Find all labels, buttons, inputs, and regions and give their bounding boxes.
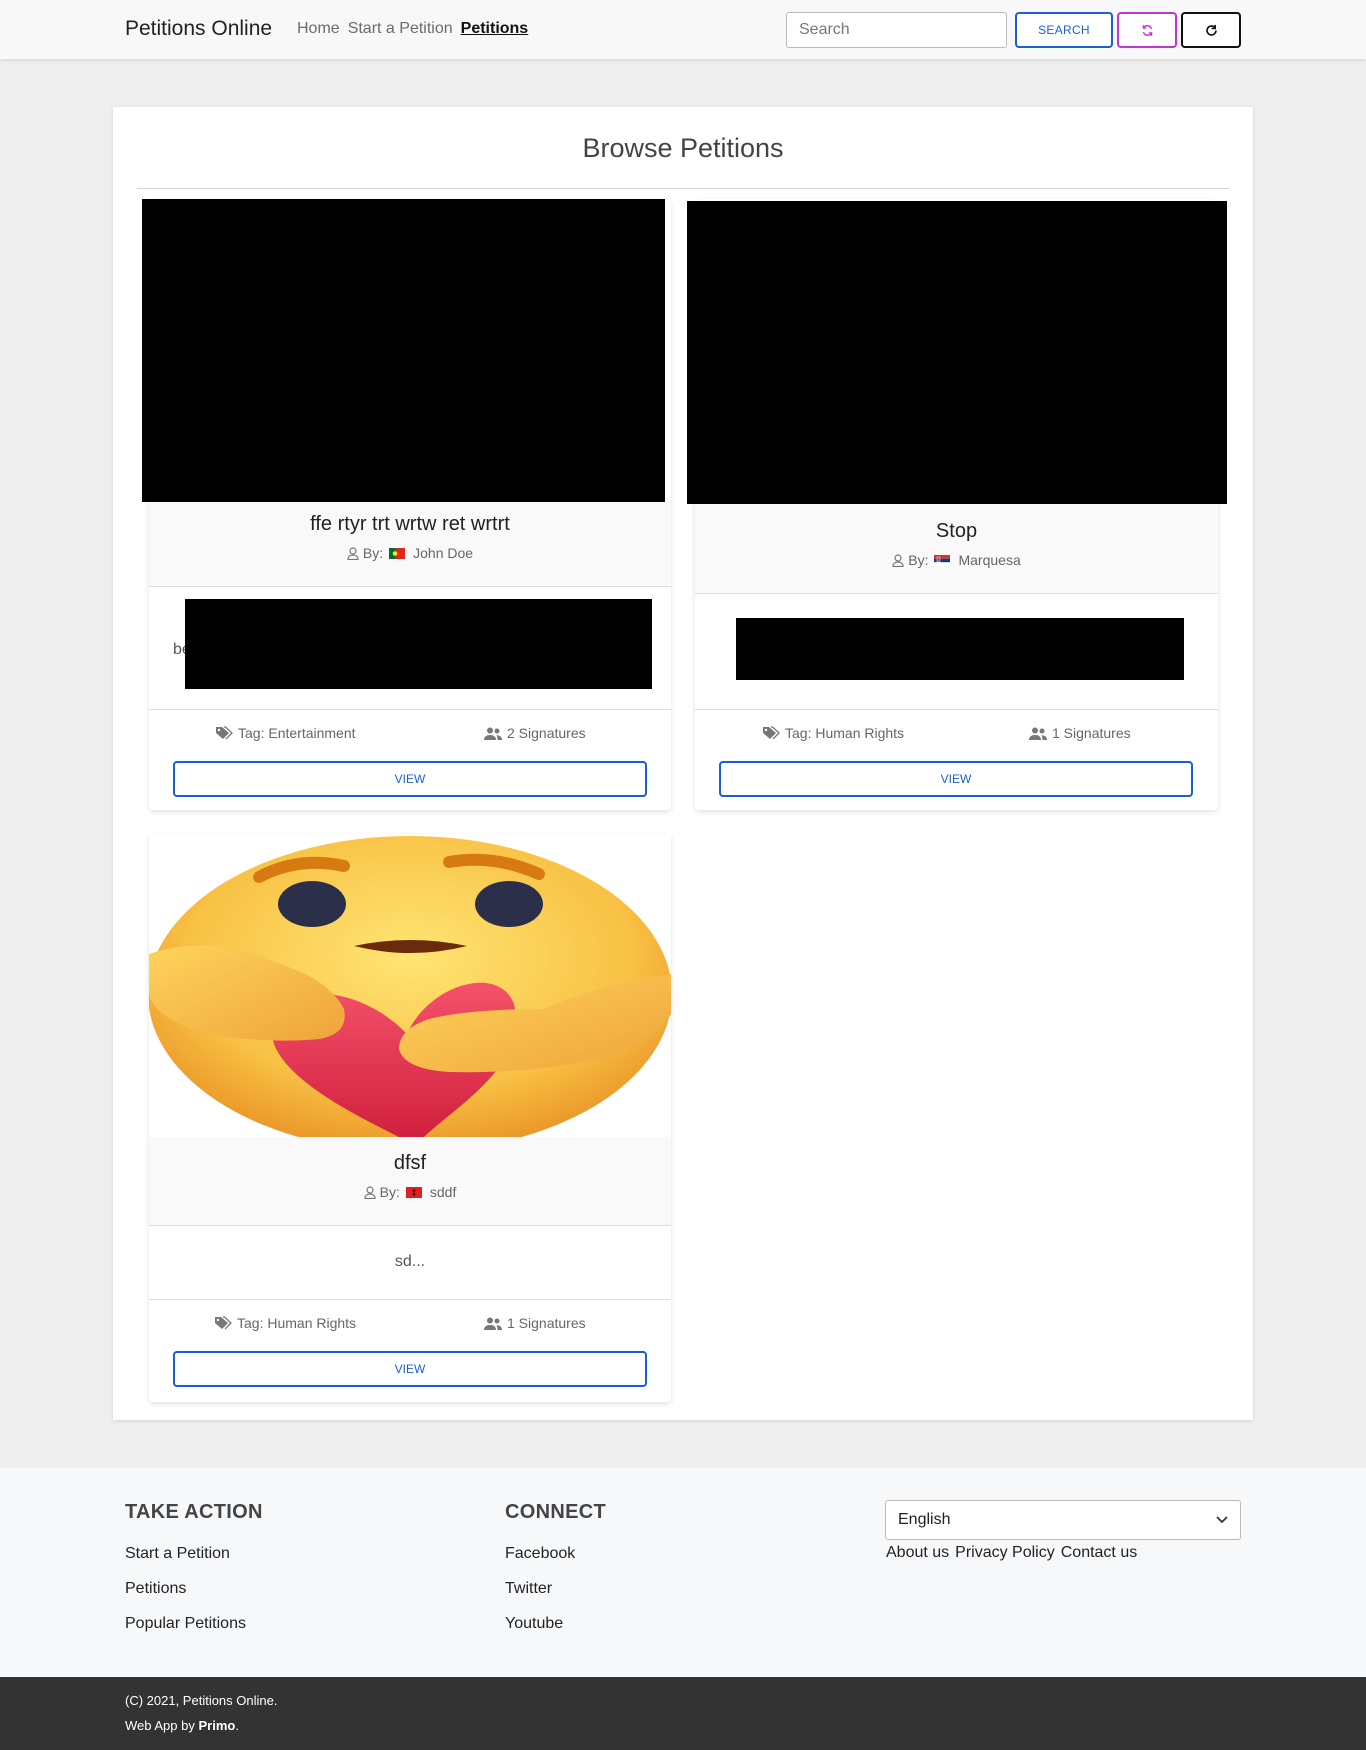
- author-name[interactable]: John Doe: [413, 545, 473, 561]
- signatures-label: 1 Signatures: [1052, 725, 1131, 741]
- privacy-policy-link[interactable]: Privacy Policy: [955, 1544, 1055, 1562]
- card-header: dfsf By: sddf: [149, 1137, 671, 1226]
- sync-button[interactable]: [1117, 12, 1177, 48]
- petition-author: By: John Doe: [149, 545, 671, 561]
- petition-title[interactable]: dfsf: [149, 1152, 671, 1175]
- redacted-excerpt: [185, 599, 652, 689]
- footer-link-facebook[interactable]: Facebook: [505, 1543, 606, 1565]
- signatures-label: 1 Signatures: [507, 1315, 586, 1331]
- view-button[interactable]: VIEW: [173, 761, 647, 797]
- language-select[interactable]: English: [885, 1500, 1241, 1540]
- tags-icon: [216, 726, 233, 740]
- petition-image[interactable]: [149, 834, 671, 1137]
- footer-link-popular-petitions[interactable]: Popular Petitions: [125, 1613, 263, 1635]
- legal-links: About us Privacy Policy Contact us: [886, 1544, 1137, 1562]
- reload-button[interactable]: [1181, 12, 1241, 48]
- search-button[interactable]: SEARCH: [1015, 12, 1113, 48]
- footer-link-twitter[interactable]: Twitter: [505, 1578, 606, 1600]
- chevron-down-icon: [1216, 1516, 1228, 1524]
- author-name[interactable]: sddf: [430, 1184, 456, 1200]
- footer-link-petitions[interactable]: Petitions: [125, 1578, 263, 1600]
- petition-title[interactable]: Stop: [695, 520, 1218, 543]
- footer: TAKE ACTION Start a Petition Petitions P…: [0, 1468, 1366, 1677]
- petition-tag: Tag: Human Rights: [214, 1315, 356, 1331]
- petition-card: dfsf By: sddf sd... Tag: Human Rights 1 …: [149, 834, 671, 1402]
- nav-petitions[interactable]: Petitions: [461, 20, 529, 38]
- tags-icon: [763, 726, 780, 740]
- petition-author: By: sddf: [149, 1184, 671, 1200]
- navbar: Petitions Online Home Start a Petition P…: [0, 0, 1366, 59]
- copyright-bar: (C) 2021, Petitions Online. Web App by P…: [0, 1677, 1366, 1750]
- take-action-heading: TAKE ACTION: [125, 1501, 263, 1523]
- tag-label: Tag: Entertainment: [238, 725, 356, 741]
- albania-flag-icon: [405, 1186, 422, 1198]
- portugal-flag-icon: [389, 547, 406, 559]
- credit-text: Web App by Primo.: [125, 1718, 239, 1733]
- user-icon: [364, 1185, 376, 1199]
- serbia-flag-icon: [934, 554, 951, 566]
- card-body: sd...: [149, 1226, 671, 1299]
- petition-card: Stop By: Marquesa Tag: Human Rights 1 Si…: [687, 199, 1227, 810]
- card-header: ffe rtyr trt wrtw ret wrtrt By: John Doe: [149, 502, 671, 587]
- card-footer: Tag: Human Rights 1 Signatures VIEW: [149, 1299, 671, 1402]
- care-emoji-icon: [149, 836, 671, 1137]
- footer-connect: CONNECT Facebook Twitter Youtube: [505, 1501, 606, 1635]
- users-icon: [1029, 727, 1047, 740]
- petition-card: ffe rtyr trt wrtw ret wrtrt By: John Doe…: [142, 199, 671, 810]
- credit-prefix: Web App by: [125, 1718, 199, 1733]
- tag-label: Tag: Human Rights: [785, 725, 905, 741]
- redacted-excerpt: [736, 618, 1184, 680]
- sync-icon: [1142, 24, 1152, 36]
- footer-link-youtube[interactable]: Youtube: [505, 1613, 606, 1635]
- card-footer: Tag: Entertainment 2 Signatures VIEW: [149, 709, 671, 810]
- browse-panel: Browse Petitions ffe rtyr trt wrtw ret w…: [113, 107, 1253, 1420]
- footer-take-action: TAKE ACTION Start a Petition Petitions P…: [125, 1501, 263, 1635]
- card-header: Stop By: Marquesa: [695, 504, 1218, 594]
- petition-image[interactable]: [687, 201, 1227, 504]
- language-value: English: [898, 1511, 951, 1528]
- petition-author: By: Marquesa: [695, 552, 1218, 568]
- copyright-text: (C) 2021, Petitions Online.: [125, 1693, 278, 1708]
- view-button[interactable]: VIEW: [719, 761, 1193, 797]
- by-label: By:: [908, 552, 929, 568]
- credit-suffix: .: [235, 1718, 239, 1733]
- author-name[interactable]: Marquesa: [958, 552, 1020, 568]
- brand-logo[interactable]: Petitions Online: [125, 17, 272, 41]
- petition-excerpt: sd...: [394, 1253, 426, 1270]
- user-icon: [347, 546, 359, 560]
- page-title: Browse Petitions: [582, 133, 784, 163]
- tags-icon: [215, 1316, 232, 1330]
- signature-count: 1 Signatures: [1029, 725, 1131, 741]
- main-nav: Home Start a Petition Petitions: [297, 20, 528, 38]
- search-input[interactable]: [786, 12, 1007, 48]
- users-icon: [484, 1317, 502, 1330]
- footer-link-start-petition[interactable]: Start a Petition: [125, 1543, 263, 1565]
- signature-count: 2 Signatures: [484, 725, 586, 741]
- user-icon: [892, 553, 904, 567]
- card-body: be: [149, 588, 671, 709]
- nav-home[interactable]: Home: [297, 20, 340, 38]
- nav-start-petition[interactable]: Start a Petition: [348, 20, 453, 38]
- about-us-link[interactable]: About us: [886, 1544, 949, 1562]
- contact-us-link[interactable]: Contact us: [1061, 1544, 1137, 1562]
- users-icon: [484, 727, 502, 740]
- petition-tag: Tag: Entertainment: [215, 725, 356, 741]
- tag-label: Tag: Human Rights: [237, 1315, 357, 1331]
- signatures-label: 2 Signatures: [507, 725, 586, 741]
- by-label: By:: [379, 1184, 400, 1200]
- petition-image[interactable]: [142, 199, 665, 502]
- signature-count: 1 Signatures: [484, 1315, 586, 1331]
- card-footer: Tag: Human Rights 1 Signatures VIEW: [695, 709, 1218, 810]
- connect-heading: CONNECT: [505, 1501, 606, 1523]
- card-body: [695, 594, 1218, 709]
- credit-name: Primo: [198, 1718, 236, 1733]
- by-label: By:: [362, 545, 384, 561]
- petition-tag: Tag: Human Rights: [762, 725, 904, 741]
- petition-title[interactable]: ffe rtyr trt wrtw ret wrtrt: [149, 513, 671, 536]
- view-button[interactable]: VIEW: [173, 1351, 647, 1387]
- reload-icon: [1205, 24, 1217, 36]
- title-divider: [137, 188, 1229, 189]
